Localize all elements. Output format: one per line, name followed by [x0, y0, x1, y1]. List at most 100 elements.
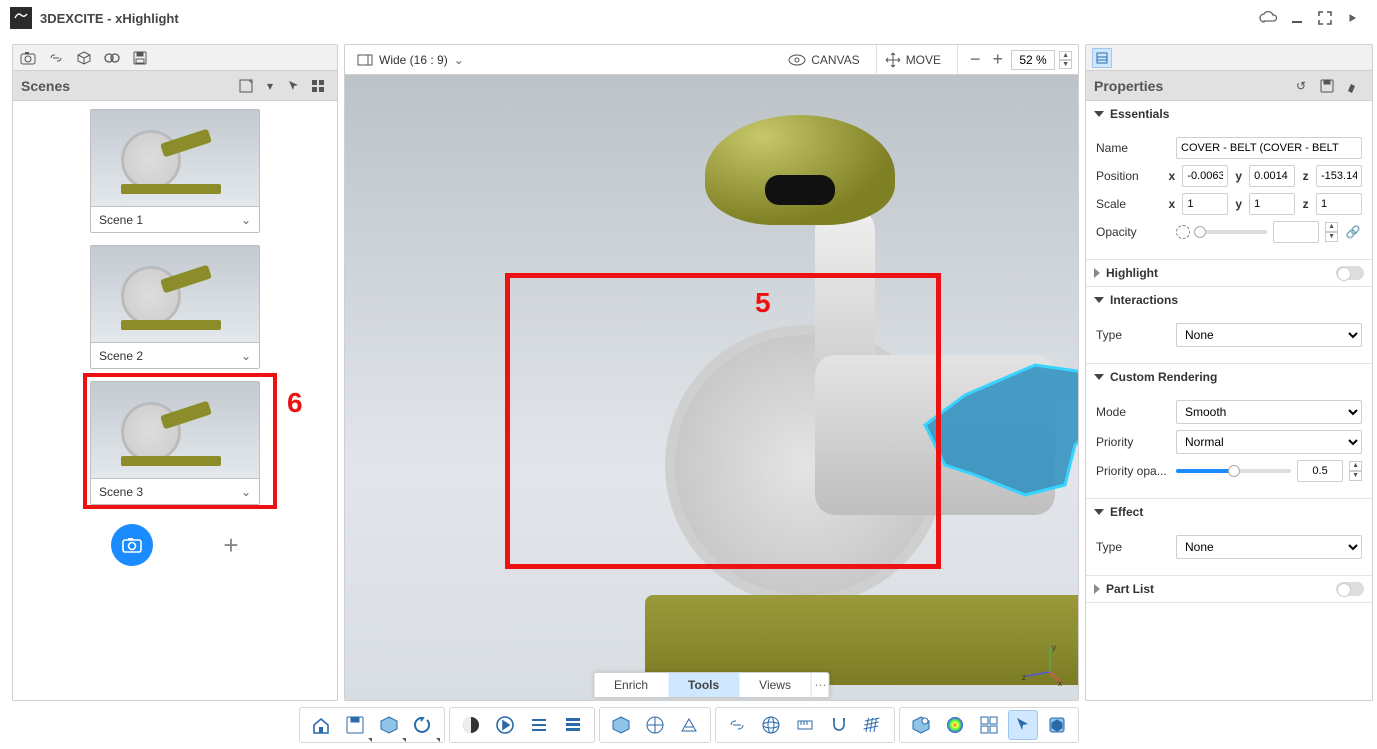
cursor-icon[interactable] — [283, 75, 305, 97]
grid-button[interactable] — [858, 710, 888, 740]
link-icon[interactable] — [47, 49, 65, 67]
title-bar: 3DEXCITE - xHighlight — [0, 0, 1377, 36]
fullscreen-button[interactable] — [1311, 4, 1339, 32]
priority-opacity-slider[interactable] — [1176, 462, 1291, 480]
properties-tab-icon[interactable] — [1092, 48, 1112, 68]
section-header-highlight[interactable]: Highlight — [1086, 260, 1372, 286]
section-header-effect[interactable]: Effect — [1086, 499, 1372, 525]
opacity-label: Opacity — [1096, 225, 1170, 239]
section-header-essentials[interactable]: Essentials — [1086, 101, 1372, 127]
zoom-step-down[interactable]: ▼ — [1059, 60, 1072, 69]
properties-panel: Properties ↺ Essentials Name Position — [1085, 44, 1373, 701]
zoom-in-button[interactable]: + — [989, 49, 1008, 70]
select-cursor-button[interactable] — [1008, 710, 1038, 740]
cube-solid-button[interactable] — [606, 710, 636, 740]
cloud-icon[interactable] — [1255, 4, 1283, 32]
scene-name-select[interactable]: Scene 3 ⌄ — [90, 479, 260, 505]
save-button[interactable] — [340, 710, 370, 740]
section-header-part-list[interactable]: Part List — [1086, 576, 1372, 602]
priority-opacity-input[interactable] — [1297, 460, 1343, 482]
scene-thumbnail[interactable] — [90, 381, 260, 479]
position-x-input[interactable] — [1182, 165, 1228, 187]
axis-y-label: y — [1234, 197, 1243, 211]
home-button[interactable] — [306, 710, 336, 740]
effect-type-select[interactable]: None — [1176, 535, 1362, 559]
name-input[interactable] — [1176, 137, 1362, 159]
opacity-slider[interactable] — [1196, 223, 1267, 241]
selected-part-cover-belt[interactable] — [915, 355, 1079, 505]
position-z-input[interactable] — [1316, 165, 1362, 187]
scene-item[interactable]: Scene 1 ⌄ — [90, 109, 260, 233]
material-button[interactable] — [906, 710, 936, 740]
save-icon[interactable] — [1316, 75, 1338, 97]
list-button[interactable] — [524, 710, 554, 740]
scale-y-input[interactable] — [1249, 193, 1295, 215]
scene-thumbnail[interactable] — [90, 245, 260, 343]
aspect-ratio-select[interactable]: Wide (16 : 9) ⌄ — [351, 51, 470, 69]
perspective-button[interactable] — [674, 710, 704, 740]
bottom-toolbar — [0, 703, 1377, 747]
more-button[interactable] — [1339, 4, 1367, 32]
position-y-input[interactable] — [1249, 165, 1295, 187]
part-list-toggle[interactable] — [1336, 582, 1364, 596]
save-icon[interactable] — [131, 49, 149, 67]
shading-button[interactable] — [456, 710, 486, 740]
canvas-panel: Wide (16 : 9) ⌄ CANVAS MOVE − + ▲ ▼ — [344, 44, 1079, 701]
layout-button[interactable] — [974, 710, 1004, 740]
opacity-step-up[interactable]: ▲ — [1325, 222, 1338, 232]
scale-x-input[interactable] — [1182, 193, 1228, 215]
scene-item-active[interactable]: Scene 3 ⌄ — [90, 381, 260, 505]
capture-scene-button[interactable] — [111, 524, 153, 566]
interaction-type-select[interactable]: None — [1176, 323, 1362, 347]
priority-opacity-step-up[interactable]: ▲ — [1349, 461, 1362, 471]
mode-select[interactable]: Smooth — [1176, 400, 1362, 424]
tab-tools[interactable]: Tools — [668, 673, 739, 697]
tabs-grip-icon[interactable]: ⋯ — [811, 673, 829, 697]
zoom-out-button[interactable]: − — [966, 49, 985, 70]
box-icon[interactable] — [75, 49, 93, 67]
undo-button[interactable] — [408, 710, 438, 740]
priority-opacity-step-down[interactable]: ▼ — [1349, 471, 1362, 481]
move-mode-button[interactable]: MOVE — [876, 45, 949, 74]
tab-views[interactable]: Views — [739, 673, 811, 697]
swap-icon[interactable] — [103, 49, 121, 67]
highlight-toggle[interactable] — [1336, 266, 1364, 280]
scale-z-input[interactable] — [1316, 193, 1362, 215]
viewport-3d[interactable]: 5 y z x Enrich Tools Views ⋯ — [345, 75, 1078, 700]
isolate-button[interactable] — [1042, 710, 1072, 740]
package-button[interactable] — [374, 710, 404, 740]
play-button[interactable] — [490, 710, 520, 740]
section-header-custom-rendering[interactable]: Custom Rendering — [1086, 364, 1372, 390]
ruler-button[interactable] — [790, 710, 820, 740]
color-button[interactable] — [940, 710, 970, 740]
annotation-5-label: 5 — [755, 287, 771, 319]
camera-icon[interactable] — [19, 49, 37, 67]
undo-icon[interactable]: ↺ — [1290, 75, 1312, 97]
add-scene-button[interactable]: + — [223, 530, 238, 561]
tab-enrich[interactable]: Enrich — [594, 673, 668, 697]
scene-name-select[interactable]: Scene 2 ⌄ — [90, 343, 260, 369]
capture-icon[interactable] — [235, 75, 257, 97]
minimize-button[interactable] — [1283, 4, 1311, 32]
section-title: Highlight — [1106, 266, 1330, 280]
magnet-button[interactable] — [824, 710, 854, 740]
zoom-step-up[interactable]: ▲ — [1059, 51, 1072, 60]
brush-icon[interactable] — [1342, 75, 1364, 97]
grid-view-icon[interactable] — [307, 75, 329, 97]
zoom-input[interactable] — [1011, 50, 1055, 70]
scene-name-select[interactable]: Scene 1 ⌄ — [90, 207, 260, 233]
link-icon[interactable]: 🔗 — [1344, 223, 1362, 241]
stack-button[interactable] — [558, 710, 588, 740]
scene-item[interactable]: Scene 2 ⌄ — [90, 245, 260, 369]
view-xyz-button[interactable] — [640, 710, 670, 740]
globe-button[interactable] — [756, 710, 786, 740]
dropdown-icon[interactable]: ▾ — [259, 75, 281, 97]
opacity-step-down[interactable]: ▼ — [1325, 232, 1338, 242]
axis-gizmo[interactable]: y z x — [1020, 642, 1066, 688]
priority-select[interactable]: Normal — [1176, 430, 1362, 454]
canvas-mode-button[interactable]: CANVAS — [780, 45, 867, 74]
section-header-interactions[interactable]: Interactions — [1086, 287, 1372, 313]
link-button[interactable] — [722, 710, 752, 740]
scene-thumbnail[interactable] — [90, 109, 260, 207]
opacity-value-input[interactable] — [1273, 221, 1319, 243]
